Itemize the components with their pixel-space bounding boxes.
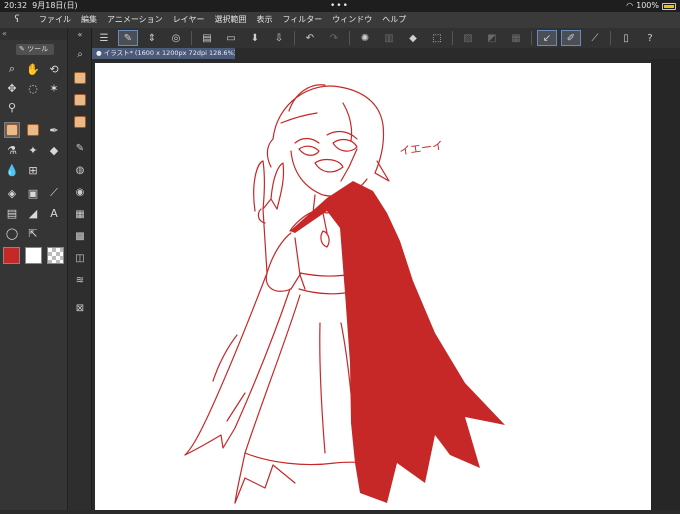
command-bar: ☰ ✎ ⇕ ◎ ▤ ▭ ⬇ ⇩ ↶ ↷ ✺ ▥ ◆ ⬚ ▨ ◩ ▦ ↙ ✐ ⟋ … <box>92 28 680 48</box>
menu-help[interactable]: ヘルプ <box>377 12 411 28</box>
save-icon[interactable]: ⬇ <box>245 30 265 46</box>
blend-icon[interactable]: 💧 <box>4 162 20 178</box>
separator <box>349 31 350 45</box>
balloon-icon[interactable]: ◯ <box>4 225 20 241</box>
menu-filter[interactable]: フィルター <box>277 12 327 28</box>
menu-edit[interactable]: 編集 <box>76 12 102 28</box>
drawing-canvas[interactable]: イエーイ <box>95 63 651 510</box>
settings-icon[interactable]: ◎ <box>166 30 186 46</box>
pen-tool-icon[interactable] <box>4 122 20 138</box>
lasso-icon[interactable]: ◌ <box>25 80 41 96</box>
main-color-swatch[interactable] <box>3 247 20 264</box>
text-tool-icon[interactable]: A <box>46 205 62 221</box>
fill-bucket-icon[interactable]: ◈ <box>4 185 20 201</box>
cape-fill <box>290 181 505 503</box>
help-icon[interactable]: ? <box>640 30 660 46</box>
new-file-icon[interactable]: ▤ <box>197 30 217 46</box>
export-icon[interactable]: ⇩ <box>269 30 289 46</box>
device-icon[interactable]: ▯ <box>616 30 636 46</box>
status-bar: 20:32 9月18日(日) ••• ◠ 100% <box>0 0 680 12</box>
rotate-view-icon[interactable]: ⟲ <box>46 61 62 77</box>
sub-tool-brush-icon[interactable] <box>72 114 88 130</box>
grid-icon[interactable]: ⊞ <box>25 162 41 178</box>
eraser-icon[interactable]: ◆ <box>46 142 62 158</box>
open-file-icon[interactable]: ▭ <box>221 30 241 46</box>
sub-tool-pencil-icon[interactable] <box>72 92 88 108</box>
menu-window[interactable]: ウィンドウ <box>327 12 377 28</box>
line-icon[interactable]: ⟋ <box>585 30 605 46</box>
sub-tool-pen-icon[interactable] <box>72 70 88 86</box>
selection-clear-icon[interactable]: ▦ <box>506 30 526 46</box>
object-select-icon[interactable]: ⇱ <box>25 225 41 241</box>
tool-panel-tab[interactable]: ✎ ツール <box>16 44 54 55</box>
undo-icon[interactable]: ↶ <box>300 30 320 46</box>
eyedropper-icon[interactable]: ⚲ <box>4 99 20 115</box>
panel-collapse-icon[interactable]: « <box>0 28 67 40</box>
zoom-icon[interactable]: ⌕ <box>4 61 20 77</box>
tool-panel: « ✎ ツール ⌕ ✋ ⟲ ✥ ◌ ✶ ⚲ ✒ ⚗ ✦ ◆ 💧 ⊞ ◈ ▣ ⟋ … <box>0 28 68 510</box>
brush-icon[interactable]: ✒ <box>46 122 62 138</box>
multitasking-dots[interactable]: ••• <box>330 0 349 12</box>
menu-animation[interactable]: アニメーション <box>102 12 168 28</box>
separator <box>452 31 453 45</box>
move-icon[interactable]: ✥ <box>4 80 20 96</box>
edit-tool-icon[interactable]: ✎ <box>118 30 138 46</box>
hand-icon[interactable]: ✋ <box>25 61 41 77</box>
separator <box>610 31 611 45</box>
battery-percent: 100% <box>636 1 659 10</box>
line-figure-icon[interactable]: ⟋ <box>46 185 62 201</box>
hamburger-menu-icon[interactable]: ☰ <box>94 30 114 46</box>
sub-color-swatch[interactable] <box>25 247 42 264</box>
menu-layer[interactable]: レイヤー <box>168 12 210 28</box>
app-logo-icon[interactable]: ʕ <box>0 12 34 28</box>
sketch-illustration: イエーイ <box>184 84 505 504</box>
transform-icon[interactable]: ⬚ <box>427 30 447 46</box>
canvas-right-margin <box>651 59 680 510</box>
selection-invert-icon[interactable]: ◩ <box>482 30 502 46</box>
fill-icon[interactable]: ◆ <box>403 30 423 46</box>
color-wheel-icon[interactable]: ◉ <box>72 184 88 200</box>
frame-icon[interactable]: ▤ <box>4 205 20 221</box>
redo-icon[interactable]: ↷ <box>324 30 344 46</box>
separator <box>531 31 532 45</box>
decoration-icon[interactable]: ✦ <box>25 142 41 158</box>
strip-collapse-icon[interactable]: « <box>72 28 88 40</box>
intermediate-color-icon[interactable]: ▩ <box>72 228 88 244</box>
color-set-icon[interactable]: ▦ <box>72 206 88 222</box>
clear-icon[interactable]: ▥ <box>379 30 399 46</box>
document-tab[interactable]: ● イラスト* (1600 x 1200px 72dpi 128.6%) <box>92 48 235 59</box>
annotation-text: イエーイ <box>399 139 444 158</box>
ruler-icon[interactable]: ◢ <box>25 205 41 221</box>
scroll-updown-icon[interactable]: ⇕ <box>142 30 162 46</box>
tool-property-icon[interactable]: ✎ <box>72 140 88 156</box>
layer-property-icon[interactable]: ◫ <box>72 250 88 266</box>
pen-stabilize-icon[interactable]: ↙ <box>537 30 557 46</box>
menu-bar: ʕ ファイル 編集 アニメーション レイヤー 選択範囲 表示 フィルター ウィン… <box>0 12 680 28</box>
transparent-color-swatch[interactable] <box>47 247 64 264</box>
separator <box>294 31 295 45</box>
selection-none-icon[interactable]: ▨ <box>458 30 478 46</box>
wifi-icon: ◠ <box>626 1 634 10</box>
canvas-area: イエーイ <box>92 59 680 510</box>
brush-size-icon[interactable]: ◍ <box>72 162 88 178</box>
separator <box>191 31 192 45</box>
sub-tool-icon[interactable]: ⌕ <box>72 46 88 62</box>
airbrush-icon[interactable]: ⚗ <box>4 142 20 158</box>
menu-view[interactable]: 表示 <box>251 12 277 28</box>
pencil-mode-icon[interactable]: ✐ <box>561 30 581 46</box>
battery-icon <box>662 2 676 10</box>
magic-wand-icon[interactable]: ✶ <box>46 80 62 96</box>
sub-tool-strip: « ⌕ ✎ ◍ ◉ ▦ ▩ ◫ ≋ ⊠ <box>68 28 92 510</box>
status-right: ◠ 100% <box>626 0 676 12</box>
status-time: 20:32 9月18日(日) <box>4 1 78 10</box>
layers-icon[interactable]: ≋ <box>72 272 88 288</box>
menu-selection[interactable]: 選択範囲 <box>209 12 251 28</box>
material-icon[interactable]: ⊠ <box>72 300 88 316</box>
gradient-icon[interactable]: ▣ <box>25 185 41 201</box>
loading-icon[interactable]: ✺ <box>355 30 375 46</box>
pencil-tool-icon[interactable] <box>25 122 41 138</box>
menu-file[interactable]: ファイル <box>34 12 76 28</box>
